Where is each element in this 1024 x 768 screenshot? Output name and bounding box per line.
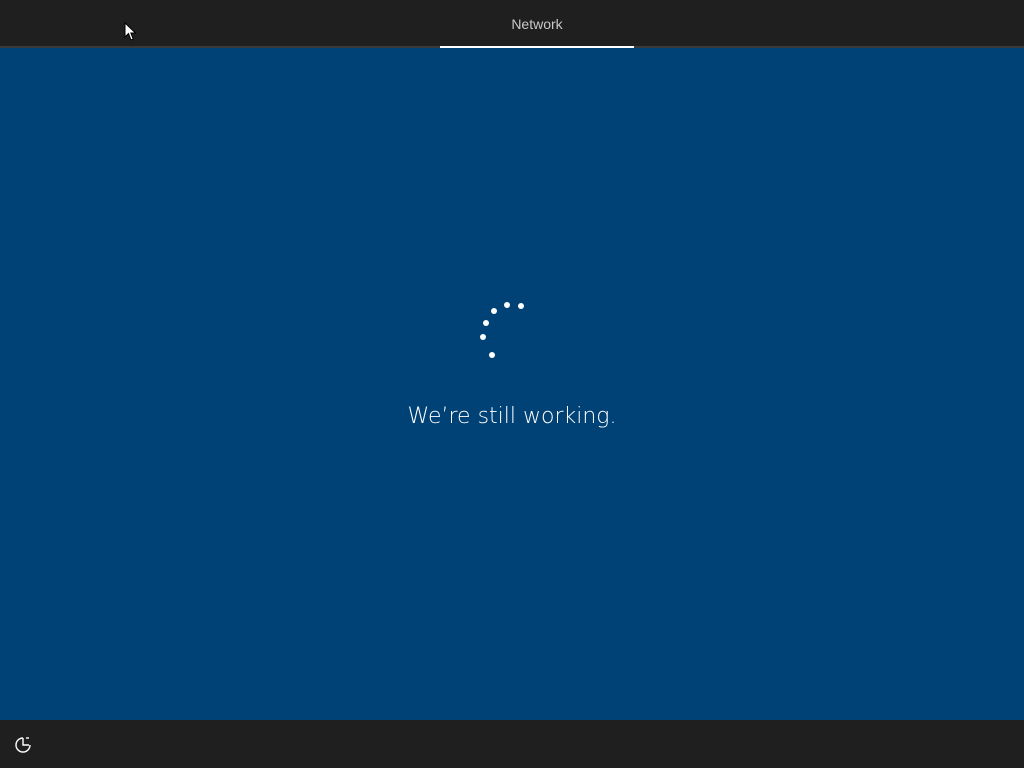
spinner-dot — [480, 334, 486, 340]
tab-network-label: Network — [511, 16, 563, 32]
tab-network: Network — [440, 0, 634, 48]
loading-spinner-icon — [480, 302, 524, 358]
ease-of-access-icon[interactable] — [12, 734, 34, 756]
tab-active-indicator — [440, 46, 634, 48]
mouse-cursor-icon — [124, 22, 137, 41]
spinner-dot — [518, 303, 524, 309]
spinner-dot — [489, 352, 495, 358]
status-message: We’re still working. — [407, 404, 617, 429]
spinner-dot — [483, 320, 489, 326]
top-bar: Network — [0, 0, 1024, 48]
spinner-dot — [491, 308, 497, 314]
bottom-bar — [0, 720, 1024, 768]
spinner-dot — [504, 302, 510, 308]
oobe-screen: Network We’re still working. — [0, 0, 1024, 768]
